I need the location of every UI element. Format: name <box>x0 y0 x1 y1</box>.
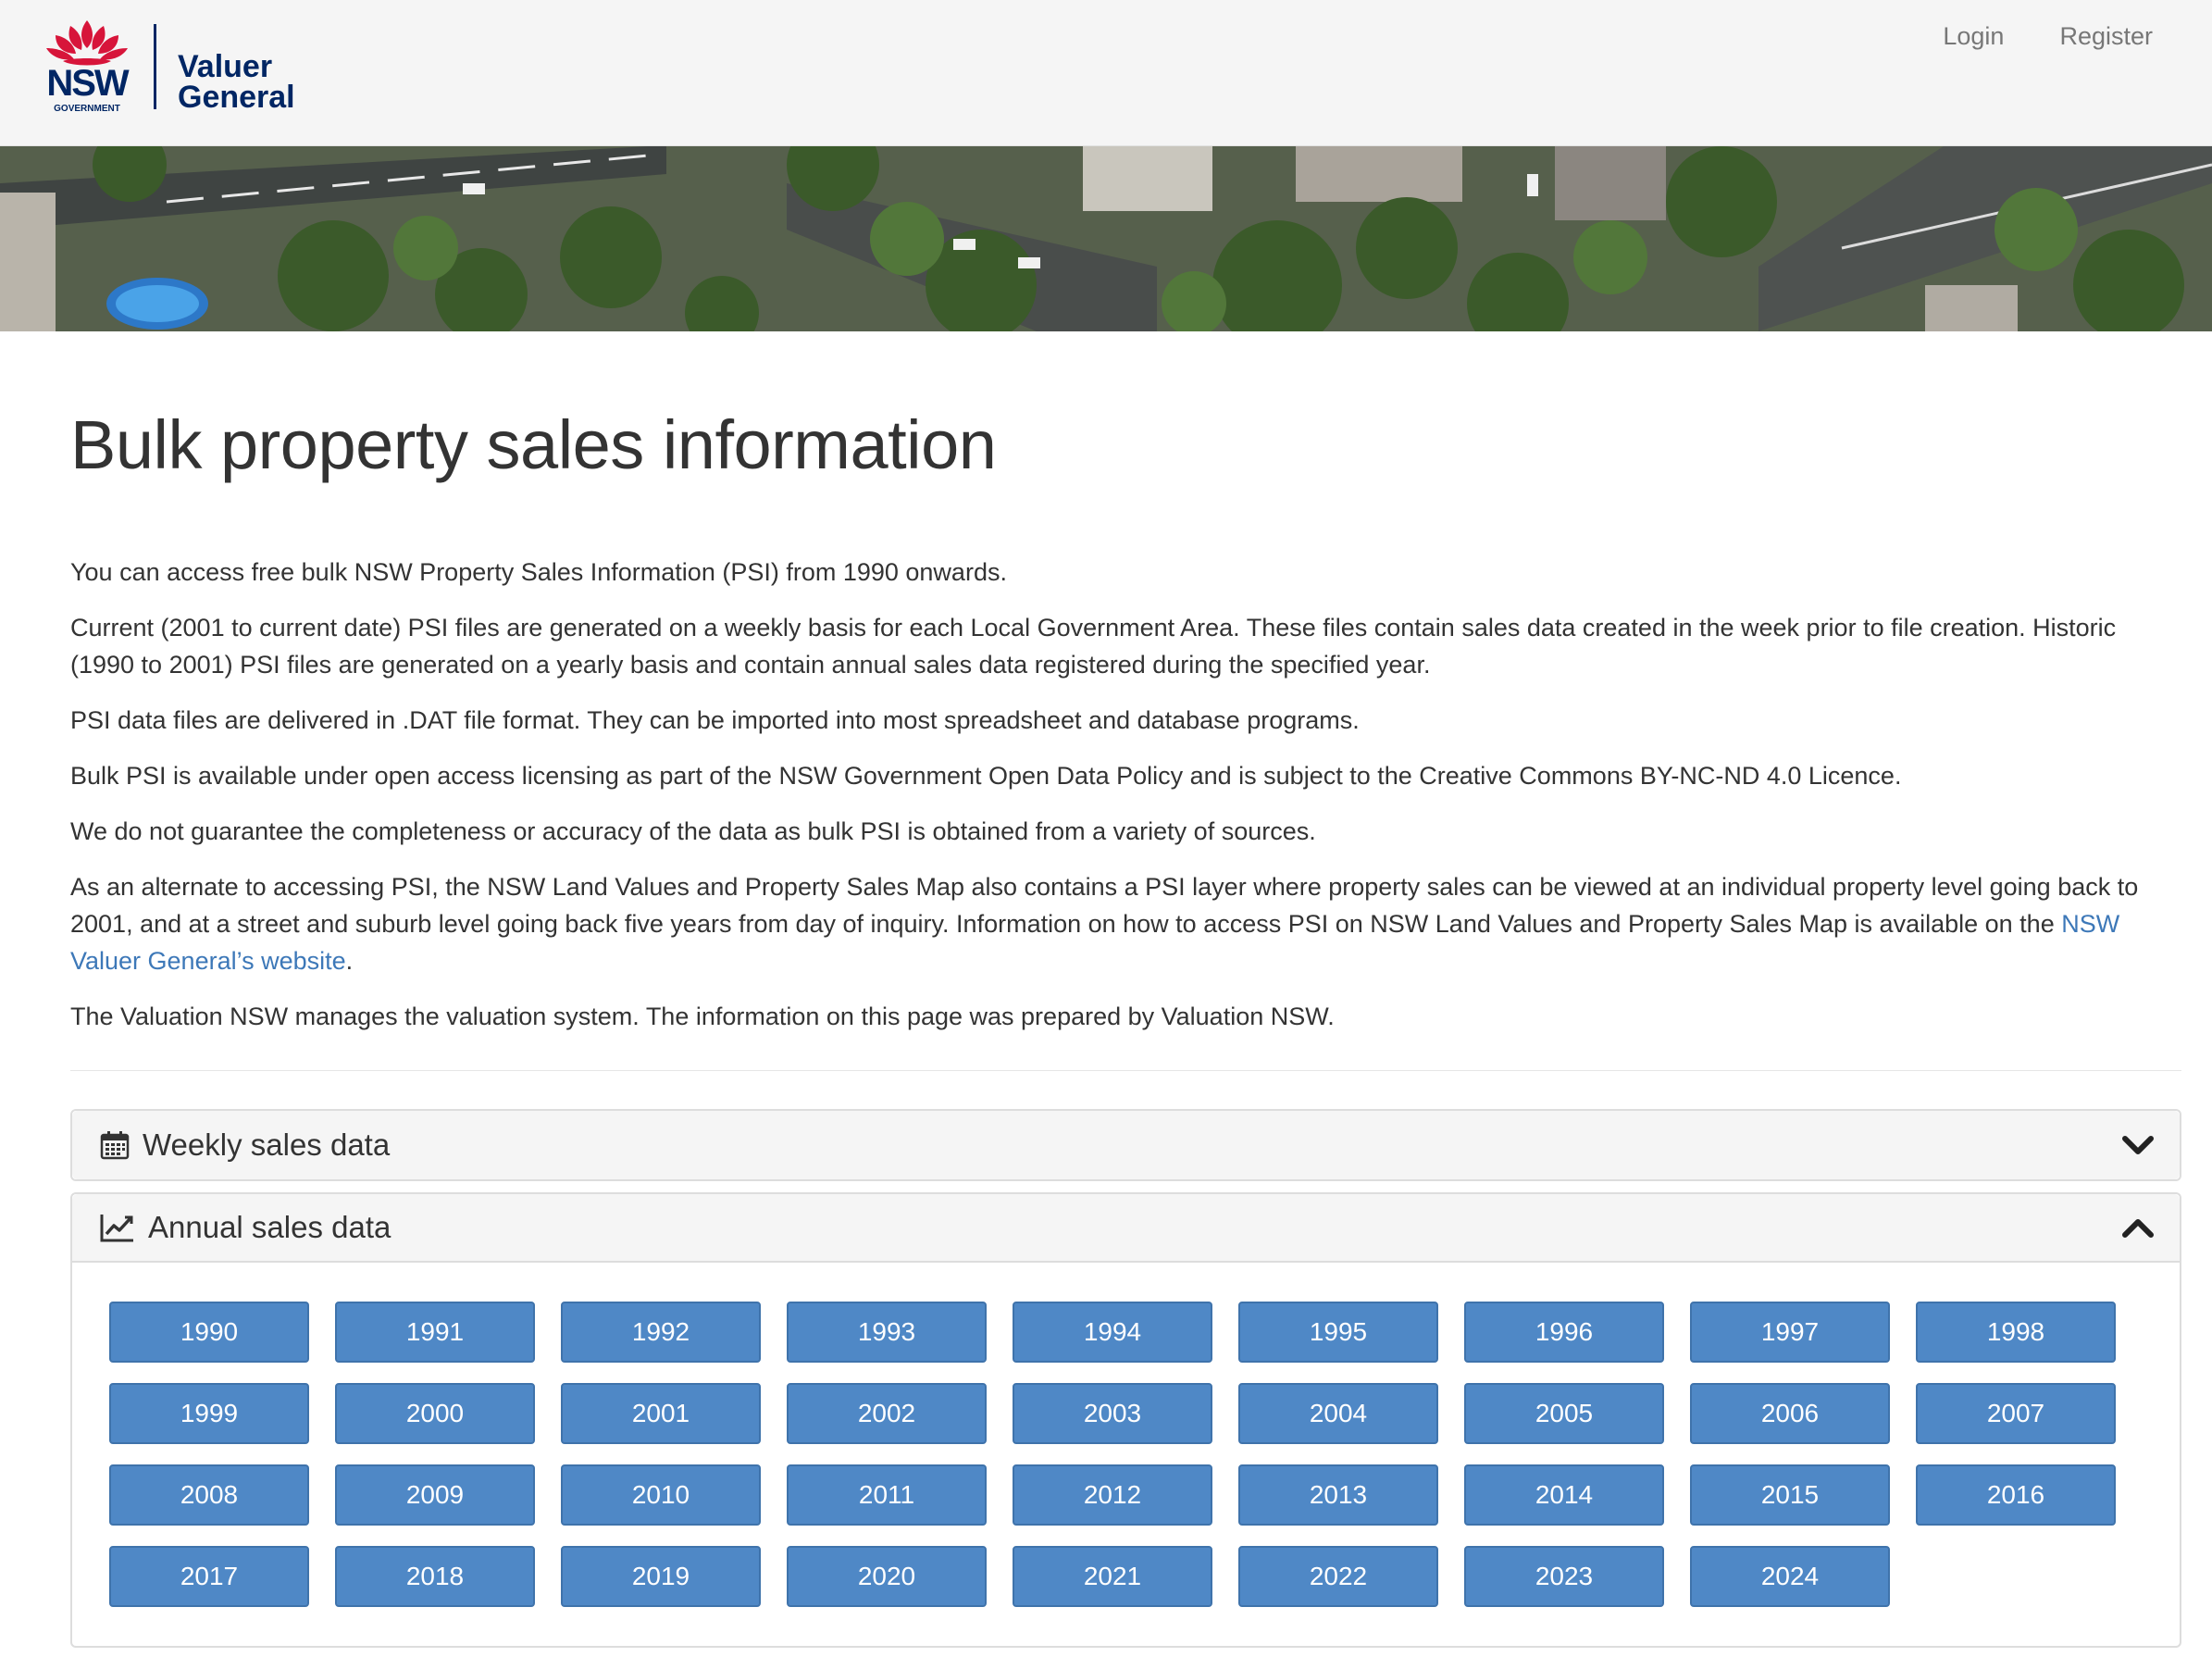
year-button-1990[interactable]: 1990 <box>109 1302 309 1363</box>
aerial-photo <box>0 146 2212 331</box>
year-button-2010[interactable]: 2010 <box>561 1464 761 1526</box>
annual-sales-title: Annual sales data <box>148 1210 391 1244</box>
year-button-2019[interactable]: 2019 <box>561 1546 761 1607</box>
year-button-1991[interactable]: 1991 <box>335 1302 535 1363</box>
year-button-2007[interactable]: 2007 <box>1916 1383 2116 1444</box>
annual-sales-panel: Annual sales data 1990 1991 1992 1993 1994 19… <box>70 1192 2181 1648</box>
intro-paragraph: Bulk PSI is available under open access … <box>70 762 1902 790</box>
year-button-2014[interactable]: 2014 <box>1464 1464 1664 1526</box>
year-button-2024[interactable]: 2024 <box>1690 1546 1890 1607</box>
logo-line-2: General <box>178 80 295 115</box>
register-link[interactable]: Register <box>2059 20 2153 52</box>
site-header: NSW GOVERNMENT Valuer General Login Regi… <box>0 0 2212 146</box>
aerial-banner-image <box>0 146 2212 331</box>
nsw-valuer-general-logo[interactable]: NSW GOVERNMENT Valuer General <box>43 17 320 118</box>
logo-government-text: GOVERNMENT <box>54 104 120 114</box>
logo-nsw-text: NSW <box>46 63 129 104</box>
alternate-access-text: As an alternate to accessing PSI, the NS… <box>70 873 2139 938</box>
year-button-1992[interactable]: 1992 <box>561 1302 761 1363</box>
year-button-2017[interactable]: 2017 <box>109 1546 309 1607</box>
year-button-2023[interactable]: 2023 <box>1464 1546 1664 1607</box>
year-button-2006[interactable]: 2006 <box>1690 1383 1890 1444</box>
year-button-1999[interactable]: 1999 <box>109 1383 309 1444</box>
intro-paragraph: You can access free bulk NSW Property Sa… <box>70 558 1007 586</box>
year-button-2016[interactable]: 2016 <box>1916 1464 2116 1526</box>
year-button-2018[interactable]: 2018 <box>335 1546 535 1607</box>
intro-paragraph: Current (2001 to current date) PSI files… <box>70 614 2117 679</box>
alternate-access-text-end: . <box>345 947 354 975</box>
year-button-1994[interactable]: 1994 <box>1013 1302 1212 1363</box>
year-button-2001[interactable]: 2001 <box>561 1383 761 1444</box>
year-button-2009[interactable]: 2009 <box>335 1464 535 1526</box>
intro-text: You can access free bulk NSW Property Sa… <box>70 554 2181 1053</box>
year-button-2012[interactable]: 2012 <box>1013 1464 1212 1526</box>
year-button-2011[interactable]: 2011 <box>787 1464 987 1526</box>
weekly-sales-panel-header[interactable]: Weekly sales data <box>72 1111 2180 1179</box>
calendar-icon <box>100 1131 130 1160</box>
chevron-down-icon[interactable] <box>2122 1131 2154 1159</box>
year-button-2002[interactable]: 2002 <box>787 1383 987 1444</box>
year-button-2000[interactable]: 2000 <box>335 1383 535 1444</box>
year-button-2004[interactable]: 2004 <box>1238 1383 1438 1444</box>
line-chart-icon <box>100 1215 133 1242</box>
weekly-sales-title: Weekly sales data <box>143 1128 391 1162</box>
section-divider <box>70 1070 2181 1071</box>
login-link[interactable]: Login <box>1943 20 2004 52</box>
annual-sales-panel-header[interactable]: Annual sales data <box>72 1194 2180 1263</box>
intro-paragraph: PSI data files are delivered in .DAT fil… <box>70 706 1360 734</box>
year-button-2005[interactable]: 2005 <box>1464 1383 1664 1444</box>
year-buttons-grid: 1990 1991 1992 1993 1994 1995 1996 1997 1998 1999… <box>109 1302 2116 1607</box>
intro-paragraph: We do not guarantee the completeness or … <box>70 817 1316 845</box>
alternate-access-paragraph: As an alternate to accessing PSI, the NS… <box>70 868 2181 979</box>
chevron-up-icon[interactable] <box>2122 1215 2154 1242</box>
year-button-1996[interactable]: 1996 <box>1464 1302 1664 1363</box>
year-button-2003[interactable]: 2003 <box>1013 1383 1212 1444</box>
logo-valuer-general-text: Valuer General <box>178 49 295 115</box>
year-button-1993[interactable]: 1993 <box>787 1302 987 1363</box>
year-button-1995[interactable]: 1995 <box>1238 1302 1438 1363</box>
year-button-2008[interactable]: 2008 <box>109 1464 309 1526</box>
top-nav: Login Register <box>1943 20 2153 52</box>
weekly-sales-panel: Weekly sales data <box>70 1109 2181 1181</box>
year-button-1997[interactable]: 1997 <box>1690 1302 1890 1363</box>
logo-line-1: Valuer <box>178 49 273 84</box>
year-button-2020[interactable]: 2020 <box>787 1546 987 1607</box>
year-button-2013[interactable]: 2013 <box>1238 1464 1438 1526</box>
year-button-2021[interactable]: 2021 <box>1013 1546 1212 1607</box>
year-button-2015[interactable]: 2015 <box>1690 1464 1890 1526</box>
year-button-1998[interactable]: 1998 <box>1916 1302 2116 1363</box>
page-title: Bulk property sales information <box>70 406 997 483</box>
year-button-2022[interactable]: 2022 <box>1238 1546 1438 1607</box>
closing-paragraph: The Valuation NSW manages the valuation … <box>70 1003 1335 1030</box>
logo-divider <box>154 24 156 109</box>
